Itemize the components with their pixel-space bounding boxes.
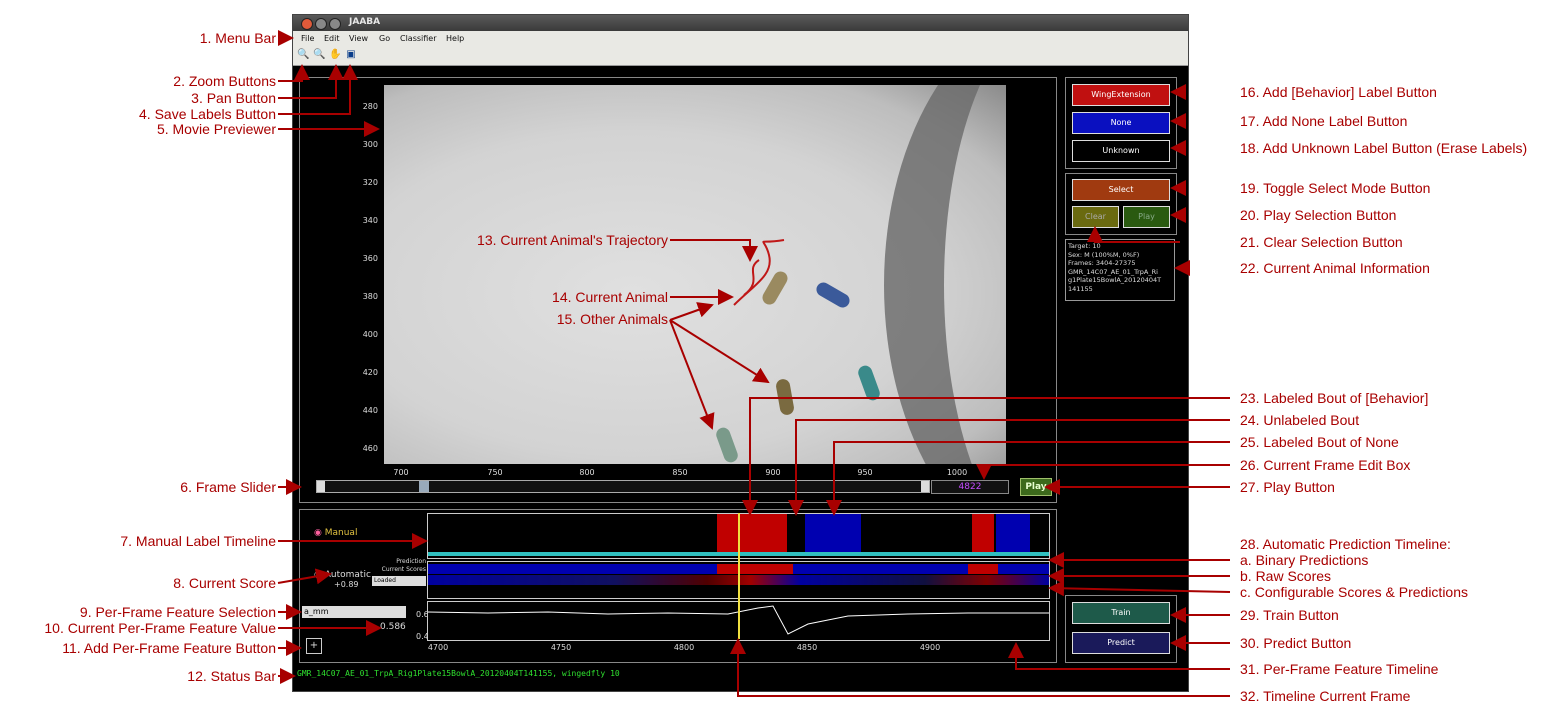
callout-unlabeled-bout: 24. Unlabeled Bout [1240,412,1360,428]
callout-add-feature: 11. Add Per-Frame Feature Button [62,640,276,656]
callout-configurable-scores: c. Configurable Scores & Predictions [1240,584,1468,600]
callout-clear-selection: 21. Clear Selection Button [1240,234,1403,250]
callout-add-none: 17. Add None Label Button [1240,113,1408,129]
callout-raw-scores: b. Raw Scores [1240,568,1332,584]
callout-feature-selection: 9. Per-Frame Feature Selection [79,604,276,620]
callout-other-animals: 15. Other Animals [556,311,668,327]
callout-train: 29. Train Button [1240,607,1339,623]
callout-feature-timeline: 31. Per-Frame Feature Timeline [1240,661,1439,677]
callout-add-unknown: 18. Add Unknown Label Button (Erase Labe… [1240,140,1528,156]
callout-predict: 30. Predict Button [1240,635,1352,651]
callout-save-labels: 4. Save Labels Button [139,106,276,122]
callout-current-score: 8. Current Score [173,575,276,591]
callout-play-button: 27. Play Button [1240,479,1335,495]
callout-frame-edit-box: 26. Current Frame Edit Box [1240,457,1411,473]
callout-pan-button: 3. Pan Button [191,90,276,106]
callout-play-selection: 20. Play Selection Button [1240,207,1397,223]
callout-binary-predictions: a. Binary Predictions [1240,552,1369,568]
callout-prediction-timeline: 28. Automatic Prediction Timeline: [1240,536,1451,552]
callout-labeled-behavior-bout: 23. Labeled Bout of [Behavior] [1240,390,1429,406]
callout-none-bout: 25. Labeled Bout of None [1240,434,1399,450]
callout-manual-timeline: 7. Manual Label Timeline [120,533,276,549]
callout-current-animal: 14. Current Animal [552,289,668,305]
callout-animal-info: 22. Current Animal Information [1240,260,1430,276]
callout-toggle-select: 19. Toggle Select Mode Button [1240,180,1431,196]
callout-frame-slider: 6. Frame Slider [180,479,276,495]
callout-trajectory: 13. Current Animal's Trajectory [477,232,668,248]
callout-timeline-current-frame: 32. Timeline Current Frame [1240,688,1411,704]
callout-menu-bar: 1. Menu Bar [199,30,276,46]
callout-zoom-buttons: 2. Zoom Buttons [173,73,276,89]
callout-status-bar: 12. Status Bar [187,668,276,684]
callout-movie-previewer: 5. Movie Previewer [156,121,276,137]
callout-feature-value: 10. Current Per-Frame Feature Value [44,620,276,636]
callout-add-behavior: 16. Add [Behavior] Label Button [1240,84,1437,100]
